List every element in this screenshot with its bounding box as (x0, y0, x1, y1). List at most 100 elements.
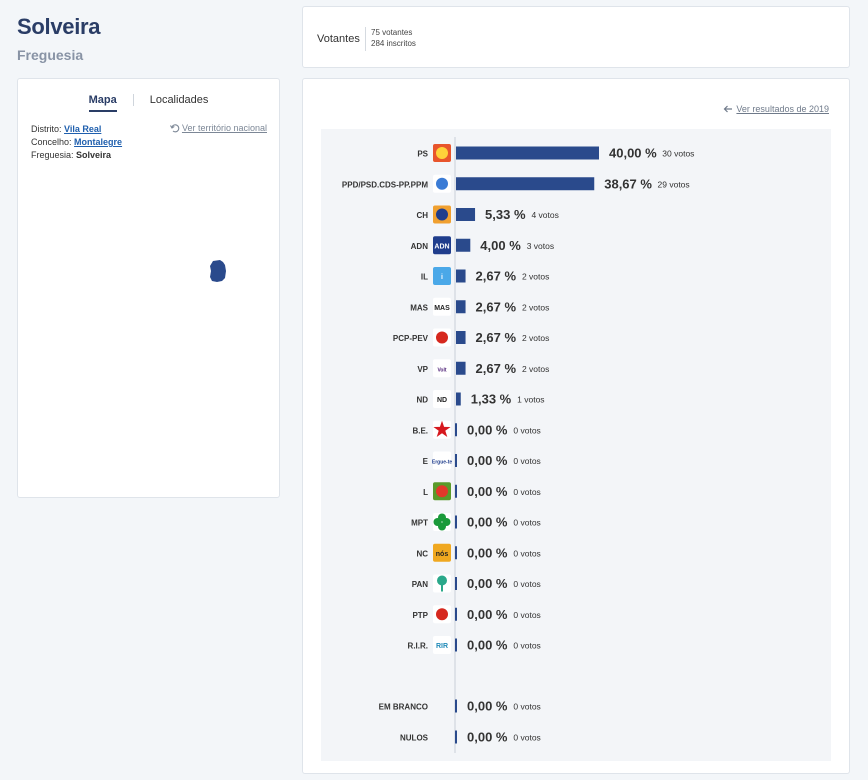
voters-summary: Votantes 75 votantes 284 inscritos (302, 6, 850, 68)
votes-label: 2 votos (522, 272, 549, 282)
chart-row: B.E. 0,00 % 0 votos (412, 420, 541, 439)
bar (455, 423, 457, 437)
percent-label: 0,00 % (467, 422, 508, 437)
percent-label: 0,00 % (467, 607, 508, 622)
percent-label: 0,00 % (467, 545, 508, 560)
bar (455, 546, 457, 560)
party-label: NC (416, 549, 428, 558)
party-label: CH (416, 211, 428, 220)
chart-row: MPT 0,00 % 0 votos (411, 513, 541, 531)
page-subtitle: Freguesia (17, 47, 84, 63)
votes-label: 1 votos (517, 395, 544, 405)
percent-label: 0,00 % (467, 699, 508, 714)
logo-mark: ADN (434, 243, 449, 250)
bar (455, 699, 457, 713)
concelho-label: Concelho: (31, 137, 72, 147)
be-star-icon (433, 420, 451, 439)
logo-mark (436, 331, 448, 344)
party-label: PTP (412, 611, 428, 620)
bar (456, 361, 466, 375)
voters-label: Votantes (317, 33, 360, 45)
votes-label: 0 votos (513, 641, 540, 651)
nos-cidadaos-nd-icon: ND (433, 390, 451, 408)
chart-row: PPD/PSD.CDS-PP.PPM 38,67 % 29 votos (342, 174, 690, 193)
tab-mapa[interactable]: Mapa (81, 94, 125, 112)
votes-label: 30 votos (662, 149, 694, 159)
territory-breadcrumb: Distrito: Vila Real Concelho: Montalegre… (31, 123, 122, 162)
previous-results-label: Ver resultados de 2019 (736, 104, 829, 114)
freguesia-map-shape[interactable] (208, 259, 230, 283)
percent-label: 0,00 % (467, 638, 508, 653)
percent-label: 2,67 % (476, 361, 517, 376)
bar (455, 515, 457, 529)
votes-label: 3 votos (527, 241, 554, 251)
tab-localidades[interactable]: Localidades (142, 94, 217, 112)
logo-mark: Volt (437, 367, 446, 373)
bar (455, 484, 457, 498)
distrito-link[interactable]: Vila Real (64, 124, 101, 134)
freguesia-value: Solveira (76, 150, 112, 160)
voters-count: 75 votantes (371, 28, 413, 37)
bar (456, 269, 466, 283)
percent-label: 40,00 % (609, 146, 657, 161)
nc-icon: nós (433, 543, 451, 562)
bar (455, 638, 457, 652)
logo-mark: ND (437, 397, 447, 404)
chart-row: PS 40,00 % 30 votos (417, 144, 694, 162)
percent-label: 2,67 % (476, 269, 517, 284)
logo-mark: Ergue-te (432, 460, 453, 466)
ergue-te-icon: Ergue-te (432, 451, 453, 470)
logo-mark (436, 208, 448, 221)
map-panel: Mapa Localidades Distrito: Vila Real Con… (17, 78, 280, 498)
concelho-link[interactable]: Montalegre (74, 137, 122, 147)
voters-divider (365, 27, 366, 51)
percent-label: 2,67 % (476, 330, 517, 345)
chart-row: ADN ADN 4,00 % 3 votos (411, 236, 554, 255)
percent-label: 0,00 % (467, 730, 508, 745)
freguesia-label: Freguesia: (31, 150, 74, 160)
percent-label: 4,00 % (480, 238, 521, 253)
party-label: PAN (412, 580, 429, 589)
party-label: EM BRANCO (379, 703, 428, 712)
bar (455, 454, 457, 467)
votes-label: 2 votos (522, 302, 549, 312)
party-label: ND (416, 396, 428, 405)
rir-icon: RIR (433, 636, 451, 654)
bar (456, 331, 466, 344)
chart-panel: PS 40,00 % 30 votos PPD/PSD.CDS-PP.PPM 38,67… (321, 129, 831, 761)
votes-label: 0 votos (513, 610, 540, 620)
bar (456, 392, 461, 406)
party-label: R.I.R. (408, 642, 428, 651)
bar (456, 238, 471, 252)
logo-mark (436, 147, 448, 159)
page-title: Solveira (17, 14, 101, 39)
voters-info: 75 votantes 284 inscritos (371, 27, 416, 49)
votes-label: 0 votos (513, 518, 540, 528)
pcp-pev-icon (433, 328, 451, 347)
party-label: E (423, 457, 429, 466)
chart-row: NC nós 0,00 % 0 votos (416, 543, 541, 562)
party-label: NULOS (400, 734, 429, 743)
party-label: MPT (411, 519, 428, 528)
chega-icon (433, 205, 451, 224)
previous-results-link[interactable]: Ver resultados de 2019 (723, 104, 829, 114)
national-link-label: Ver território nacional (181, 123, 267, 133)
party-label: ADN (411, 242, 429, 251)
tab-divider (132, 94, 134, 106)
chart-row: PCP-PEV 2,67 % 2 votos (393, 328, 549, 347)
logo-mark (436, 177, 448, 190)
bar (455, 607, 457, 621)
logo-mark: nós (436, 551, 449, 558)
percent-label: 0,00 % (467, 453, 508, 468)
party-label: B.E. (412, 426, 428, 435)
il-icon: i (433, 267, 451, 285)
chart-row: ND ND 1,33 % 1 votos (416, 390, 545, 408)
national-territory-link[interactable]: Ver território nacional (169, 123, 267, 133)
logo-mark: MAS (434, 305, 450, 312)
chart-row: NULOS 0,00 % 0 votos (400, 730, 541, 745)
percent-label: 38,67 % (604, 176, 652, 191)
votes-label: 2 votos (522, 364, 549, 374)
mpt-clover-icon (433, 513, 451, 531)
chart-row: E Ergue-te 0,00 % 0 votos (423, 451, 541, 470)
chart-row: R.I.R. RIR 0,00 % 0 votos (408, 636, 541, 654)
